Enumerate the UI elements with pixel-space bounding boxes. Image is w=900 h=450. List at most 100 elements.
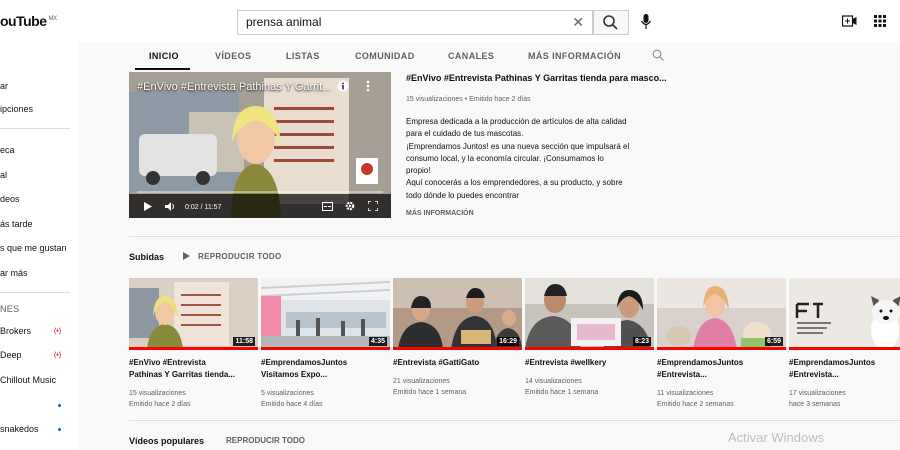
video-views: 5 visualizaciones (261, 390, 314, 397)
video-date: Emitido hace 1 semana (525, 389, 599, 396)
video-card[interactable]: 6:59 #EmprendamosJuntos #Entrevista... 11… (657, 278, 786, 410)
channel-search-icon[interactable] (652, 49, 664, 61)
watched-progress (393, 347, 522, 350)
youtube-logo[interactable]: ouTube MX (0, 13, 57, 29)
video-card[interactable]: 16:29 #Entrevista #GattiGato 21 visualiz… (393, 278, 522, 398)
video-title-line: Visitamos Expo... (261, 370, 328, 379)
description-line: consumo local, y la economía circular. ¡… (406, 153, 604, 163)
info-icon[interactable] (337, 80, 349, 92)
divider (0, 128, 70, 129)
video-thumbnail[interactable]: 32 (789, 278, 900, 350)
video-title[interactable]: #EnVivo #Entrevista Pathinas Y Garritas t… (129, 357, 258, 381)
video-title-line: #Entrevista... (657, 370, 707, 379)
video-views: 17 visualizaciones (789, 390, 846, 397)
video-thumbnail[interactable]: 4:35 (261, 278, 390, 350)
thumbnail-image (789, 278, 900, 350)
video-duration: 4:35 (368, 337, 387, 346)
tab-listas[interactable]: LISTAS (286, 51, 320, 61)
play-all-button[interactable]: REPRODUCIR TODO (226, 436, 305, 445)
divider (129, 420, 900, 421)
apps-grid-icon[interactable] (874, 15, 886, 27)
sidebar-item[interactable]: ar (0, 81, 8, 91)
video-title[interactable]: #EmprendamosJuntos #Entrevista... (789, 357, 900, 381)
video-thumbnail[interactable]: 8:23 (525, 278, 654, 350)
tab-mas-informacion[interactable]: MÁS INFORMACIÓN (528, 51, 621, 61)
video-title-line: #Entrevista #wellkery (525, 358, 607, 367)
more-info-link[interactable]: MÁS INFORMACIÓN (406, 210, 474, 217)
video-title-line: #EnVivo #Entrevista (129, 358, 206, 367)
tab-inicio[interactable]: INICIO (149, 51, 179, 61)
subscription-item[interactable]: Deep (0, 350, 22, 360)
clear-search-icon[interactable]: ✕ (572, 14, 584, 31)
subscription-item[interactable]: Chillout Music (0, 375, 56, 385)
subtitles-icon[interactable] (322, 202, 333, 211)
popular-videos-title[interactable]: Vídeos populares (129, 436, 204, 446)
new-content-dot (58, 404, 61, 407)
video-title-line: #EmprendamosJuntos (261, 358, 348, 367)
video-date: Emitido hace 2 semanas (657, 401, 734, 408)
video-title-line: #EmprendamosJuntos (657, 358, 744, 367)
logo-text: ouTube (0, 13, 47, 29)
search-input[interactable] (246, 11, 546, 33)
sidebar-item[interactable]: ar más (0, 268, 28, 278)
video-title[interactable]: #Entrevista #wellkery (525, 357, 654, 369)
search-icon (603, 15, 618, 30)
video-thumbnail[interactable]: 16:29 (393, 278, 522, 350)
sidebar-item[interactable]: s que me gustan (0, 243, 67, 253)
video-duration: 6:59 (764, 337, 783, 346)
subscription-item[interactable]: Brokers (0, 326, 31, 336)
fullscreen-icon[interactable] (368, 201, 378, 211)
video-meta: 21 visualizaciones Emitido hace 1 semana (393, 376, 522, 398)
play-icon (183, 252, 190, 260)
settings-gear-icon[interactable] (345, 201, 355, 211)
microphone-icon[interactable] (640, 14, 652, 30)
description-line: ¡Emprendamos Juntos! es una nueva secció… (406, 141, 630, 151)
tab-videos[interactable]: VÍDEOS (215, 51, 251, 61)
video-title[interactable]: #EmprendamosJuntos #Entrevista... (657, 357, 786, 381)
new-content-dot (58, 428, 61, 431)
featured-video-player[interactable]: #EnVivo #Entrevista Pathinas Y Garrit...… (129, 72, 391, 218)
live-icon: (•) (54, 352, 62, 359)
video-card[interactable]: 4:35 #EmprendamosJuntos Visitamos Expo...… (261, 278, 390, 410)
description-line: para el cuidado de tus mascotas. (406, 129, 524, 139)
sidebar-item[interactable]: ás tarde (0, 219, 33, 229)
description-line: Aquí conocerás a los emprendedores, a su… (406, 178, 623, 188)
description-line: todo dónde lo puedes encontrar (406, 190, 519, 200)
video-thumbnail[interactable]: 11:58 (129, 278, 258, 350)
progress-track[interactable] (137, 191, 383, 193)
sidebar-item[interactable]: deos (0, 194, 20, 204)
search-box[interactable]: ✕ (237, 10, 593, 35)
create-video-icon[interactable] (842, 15, 857, 27)
sidebar-item[interactable]: ipciones (0, 104, 33, 114)
more-vert-icon[interactable] (366, 80, 370, 92)
video-title[interactable]: #EmprendamosJuntos Visitamos Expo... (261, 357, 390, 381)
search-button[interactable] (593, 10, 629, 35)
play-icon[interactable] (144, 202, 152, 211)
featured-title[interactable]: #EnVivo #Entrevista Pathinas Y Garritas … (406, 73, 667, 83)
sidebar-item[interactable]: eca (0, 145, 15, 155)
active-tab-indicator (135, 68, 190, 70)
subscription-item[interactable]: snakedos (0, 424, 39, 434)
tab-canales[interactable]: CANALES (448, 51, 494, 61)
video-meta: 15 visualizaciones Emitido hace 2 días (129, 388, 258, 410)
play-all-button[interactable]: REPRODUCIR TODO (183, 252, 281, 261)
video-thumbnail[interactable]: 6:59 (657, 278, 786, 350)
video-title-line: #Entrevista #GattiGato (393, 358, 480, 367)
country-code: MX (48, 16, 58, 23)
tab-comunidad[interactable]: COMUNIDAD (355, 51, 415, 61)
uploads-title[interactable]: Subidas (129, 252, 164, 262)
video-meta: 11 visualizaciones Emitido hace 2 semanas (657, 388, 786, 410)
video-card[interactable]: 32 #EmprendamosJuntos #Entrevista... 17 v… (789, 278, 900, 410)
player-controls: 0:02 / 11:57 (129, 194, 391, 218)
player-overlay-title[interactable]: #EnVivo #Entrevista Pathinas Y Garrit... (137, 81, 331, 93)
video-card[interactable]: 11:58 #EnVivo #Entrevista Pathinas Y Garr… (129, 278, 258, 410)
video-duration: 11:58 (233, 337, 255, 346)
video-card[interactable]: 8:23 #Entrevista #wellkery 14 visualizac… (525, 278, 654, 398)
featured-description: Empresa dedicada a la producción de artí… (406, 116, 661, 202)
sidebar-item[interactable]: al (0, 170, 7, 180)
volume-icon[interactable] (165, 202, 175, 211)
video-title[interactable]: #Entrevista #GattiGato (393, 357, 522, 369)
video-duration: 16:29 (497, 337, 519, 346)
video-views: 15 visualizaciones (129, 390, 186, 397)
video-meta: 14 visualizaciones Emitido hace 1 semana (525, 376, 654, 398)
